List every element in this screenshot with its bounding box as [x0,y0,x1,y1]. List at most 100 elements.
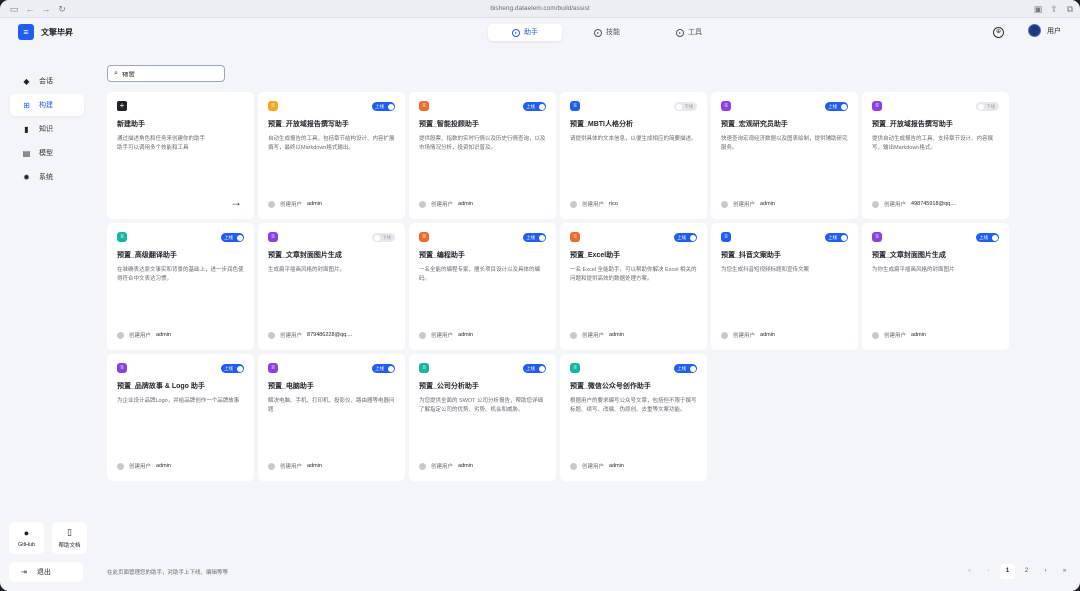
assistant-desc: 提供自动生成报告的工具，支持章节设计、内容撰写，输出Markdown格式。 [872,136,994,151]
app-window: ▭ ← → ↻ bisheng.dataelem.com/build/assis… [0,0,1080,591]
new-assistant-desc: 通过描述角色和任务来创建你的助手 助手可以调用多个技能和工具 [117,136,206,151]
creator-prefix: 创建用户 [884,202,907,208]
last-page-button[interactable]: » [1057,564,1072,579]
assistant-desc: 根据用户的要求编写公众号文章，包括但不限于撰写标题、续写、改编、伪原创、去重等文… [570,398,697,413]
creator-name: admin [307,463,322,469]
logout-label: 退出 [36,569,51,576]
online-toggle[interactable]: 上线 [221,233,244,242]
creator-name: admin [911,332,926,338]
assistant-card[interactable]: ≡ 上线 预置_智能投顾助手 提供股票、指数的实时行情以及历史行情查询，以及市场情况分… [409,92,556,219]
creator-name: rico [609,201,618,207]
online-toggle[interactable]: 上线 [372,364,395,373]
forward-icon[interactable]: → [40,3,52,15]
creator-prefix: 创建用户 [280,464,303,470]
github-link[interactable]: ● GitHub [9,522,44,554]
creator-name: admin [760,201,775,207]
chat-icon: ◆ [23,76,30,86]
reload-icon[interactable]: ↻ [56,3,68,15]
assistant-avatar-icon: ≡ [721,101,731,111]
logout-button[interactable]: ⇥ 退出 [9,562,83,582]
creator-name: admin [458,463,473,469]
tab-skill[interactable]: ▸ 技能 [570,24,644,41]
knowledge-icon: ▮ [24,124,29,134]
assistant-card[interactable]: ≡ 下线 预置_MBTI人格分析 请提供具体的文本信息，以便生成相应的简要描述。 创建用… [560,92,707,219]
address-bar[interactable]: bisheng.dataelem.com/build/assist [470,3,610,15]
sidebar-item-system[interactable]: ✹ 系统 [10,166,84,188]
page-1-button[interactable]: 1 [1000,564,1015,579]
creator-prefix: 创建用户 [733,333,756,339]
next-page-button[interactable]: › [1038,564,1053,579]
assistant-card[interactable]: ≡ 上线 预置_宏观研究员助手 快速查询宏观经济数据以及图表绘制，提供辅助研究服务。创… [711,92,858,219]
online-toggle[interactable]: 下线 [674,102,697,111]
brand-logo[interactable]: ≡ 文擎毕昇 [18,24,73,40]
first-page-button[interactable]: « [962,564,977,579]
user-menu[interactable]: 用户 [1028,24,1061,37]
creator-name: admin [609,332,624,338]
sidebar-item-chat[interactable]: ◆ 会话 [10,70,84,92]
assistant-grid: + 新建助手 通过描述角色和任务来创建你的助手 助手可以调用多个技能和工具 → … [107,92,1009,481]
user-icon [419,331,426,339]
assistant-card[interactable]: ≡ 上线 预置_编程助手 一名全能的编程专家，擅长项目设计以及具体的编码。 创建用户 ad… [409,223,556,350]
creator-info: 创建用户 admin [117,331,171,339]
online-toggle[interactable]: 上线 [674,364,697,373]
tab-tool[interactable]: ▸ 工具 [652,24,726,41]
assistant-title: 预置_宏观研究员助手 [721,121,788,128]
creator-info: 创建用户 879486228@qq.... [268,331,352,339]
assistant-avatar-icon: ≡ [419,363,429,373]
online-toggle[interactable]: 上线 [825,233,848,242]
logo-icon: ≡ [18,24,34,40]
online-toggle[interactable]: 上线 [523,102,546,111]
online-toggle[interactable]: 下线 [976,102,999,111]
assistant-avatar-icon: ≡ [268,101,278,111]
creator-name: admin [156,332,171,338]
language-globe-icon[interactable]: ⊕ [993,27,1004,38]
assistant-card[interactable]: ≡ 上线 预置_品牌故事 & Logo 助手 为企业设计品牌Logo，并给品牌创作一个… [107,354,254,481]
assistant-card[interactable]: ≡ 上线 预置_Excel助手 一名 Excel 全能助手，可以帮助你解决 Excel… [560,223,707,350]
creator-info: 创建用户 admin [419,331,473,339]
bookmark-icon[interactable]: ▣ [1032,3,1044,15]
tab-assistant[interactable]: ▸ 助手 [488,24,562,41]
online-toggle[interactable]: 上线 [221,364,244,373]
assistant-desc: 请提供具体的文本信息，以便生成相应的简要描述。 [570,136,697,142]
assistant-card[interactable]: ≡ 上线 预置_电脑助手 解决电脑、手机、打印机、投影仪、路由器等电器问题 创建用户 ad… [258,354,405,481]
search-box[interactable]: ⌕ [107,65,225,82]
assistant-card[interactable]: ≡ 下线 预置_文章封面图片生成 生成扁平插画风格的封面图片。 创建用户 87948622… [258,223,405,350]
assistant-card[interactable]: ≡ 下线 预置_开放域报告撰写助手 提供自动生成报告的工具，支持章节设计、内容撰写，输… [862,92,1009,219]
assistant-card[interactable]: ≡ 上线 预置_微信公众号创作助手 根据用户的要求编写公众号文章，包括但不限于撰写标题… [560,354,707,481]
share-icon[interactable]: ⇪ [1048,3,1060,15]
online-toggle[interactable]: 上线 [523,233,546,242]
creator-info: 创建用户 admin [268,200,322,208]
assistant-card[interactable]: ≡ 上线 预置_抖音文案助手 为您生成抖音短视频标题和宣传文案 创建用户 admin [711,223,858,350]
assistant-card[interactable]: ≡ 上线 预置_高级翻译助手 在准确表达原文事实和背景的基础上，进一步润色使得符合中文… [107,223,254,350]
search-input[interactable] [121,70,212,77]
sidebar-toggle-icon[interactable]: ▭ [8,3,20,15]
sidebar-item-knowledge[interactable]: ▮ 知识 [10,118,84,140]
assistant-desc: 为您生成抖音短视频标题和宣传文案 [721,267,810,273]
assistant-card[interactable]: ≡ 上线 预置_开放域报告撰写助手 自动生成报告的工具，包括章节结构设计、内容扩展撰写… [258,92,405,219]
online-toggle[interactable]: 下线 [372,233,395,242]
page-2-button[interactable]: 2 [1019,564,1034,579]
assistant-card[interactable]: ≡ 上线 预置_公司分析助手 为您提供全面的 SWOT 公司分析报告，帮助您详细了解指… [409,354,556,481]
back-icon[interactable]: ← [24,3,36,15]
build-icon: ⊞ [23,100,30,110]
assistant-desc: 生成扁平插画风格的封面图片。 [268,267,346,273]
assistant-icon: ▸ [512,28,520,37]
online-toggle[interactable]: 上线 [976,233,999,242]
assistant-card[interactable]: ≡ 上线 预置_文章封面图片生成 为你生成扁平插画风格的封面图片 创建用户 admin [862,223,1009,350]
online-toggle[interactable]: 上线 [523,364,546,373]
online-toggle[interactable]: 上线 [825,102,848,111]
new-assistant-card[interactable]: + 新建助手 通过描述角色和任务来创建你的助手 助手可以调用多个技能和工具 → [107,92,254,219]
sidebar-item-model[interactable]: ▤ 模型 [10,142,84,164]
skill-icon: ▸ [594,28,602,37]
online-toggle[interactable]: 上线 [674,233,697,242]
online-toggle[interactable]: 上线 [372,102,395,111]
sidebar-item-label: 系统 [39,174,53,181]
tabs-icon[interactable]: ⧉ [1064,3,1076,15]
creator-info: 创建用户 rico [570,200,618,208]
assistant-avatar-icon: ≡ [570,232,580,242]
new-assistant-title: 新建助手 [117,121,145,128]
docs-link[interactable]: ▯ 帮助文档 [52,522,87,554]
sidebar-item-build[interactable]: ⊞ 构建 [10,94,84,116]
search-icon: ⌕ [114,69,118,77]
prev-page-button[interactable]: ‹ [981,564,996,579]
